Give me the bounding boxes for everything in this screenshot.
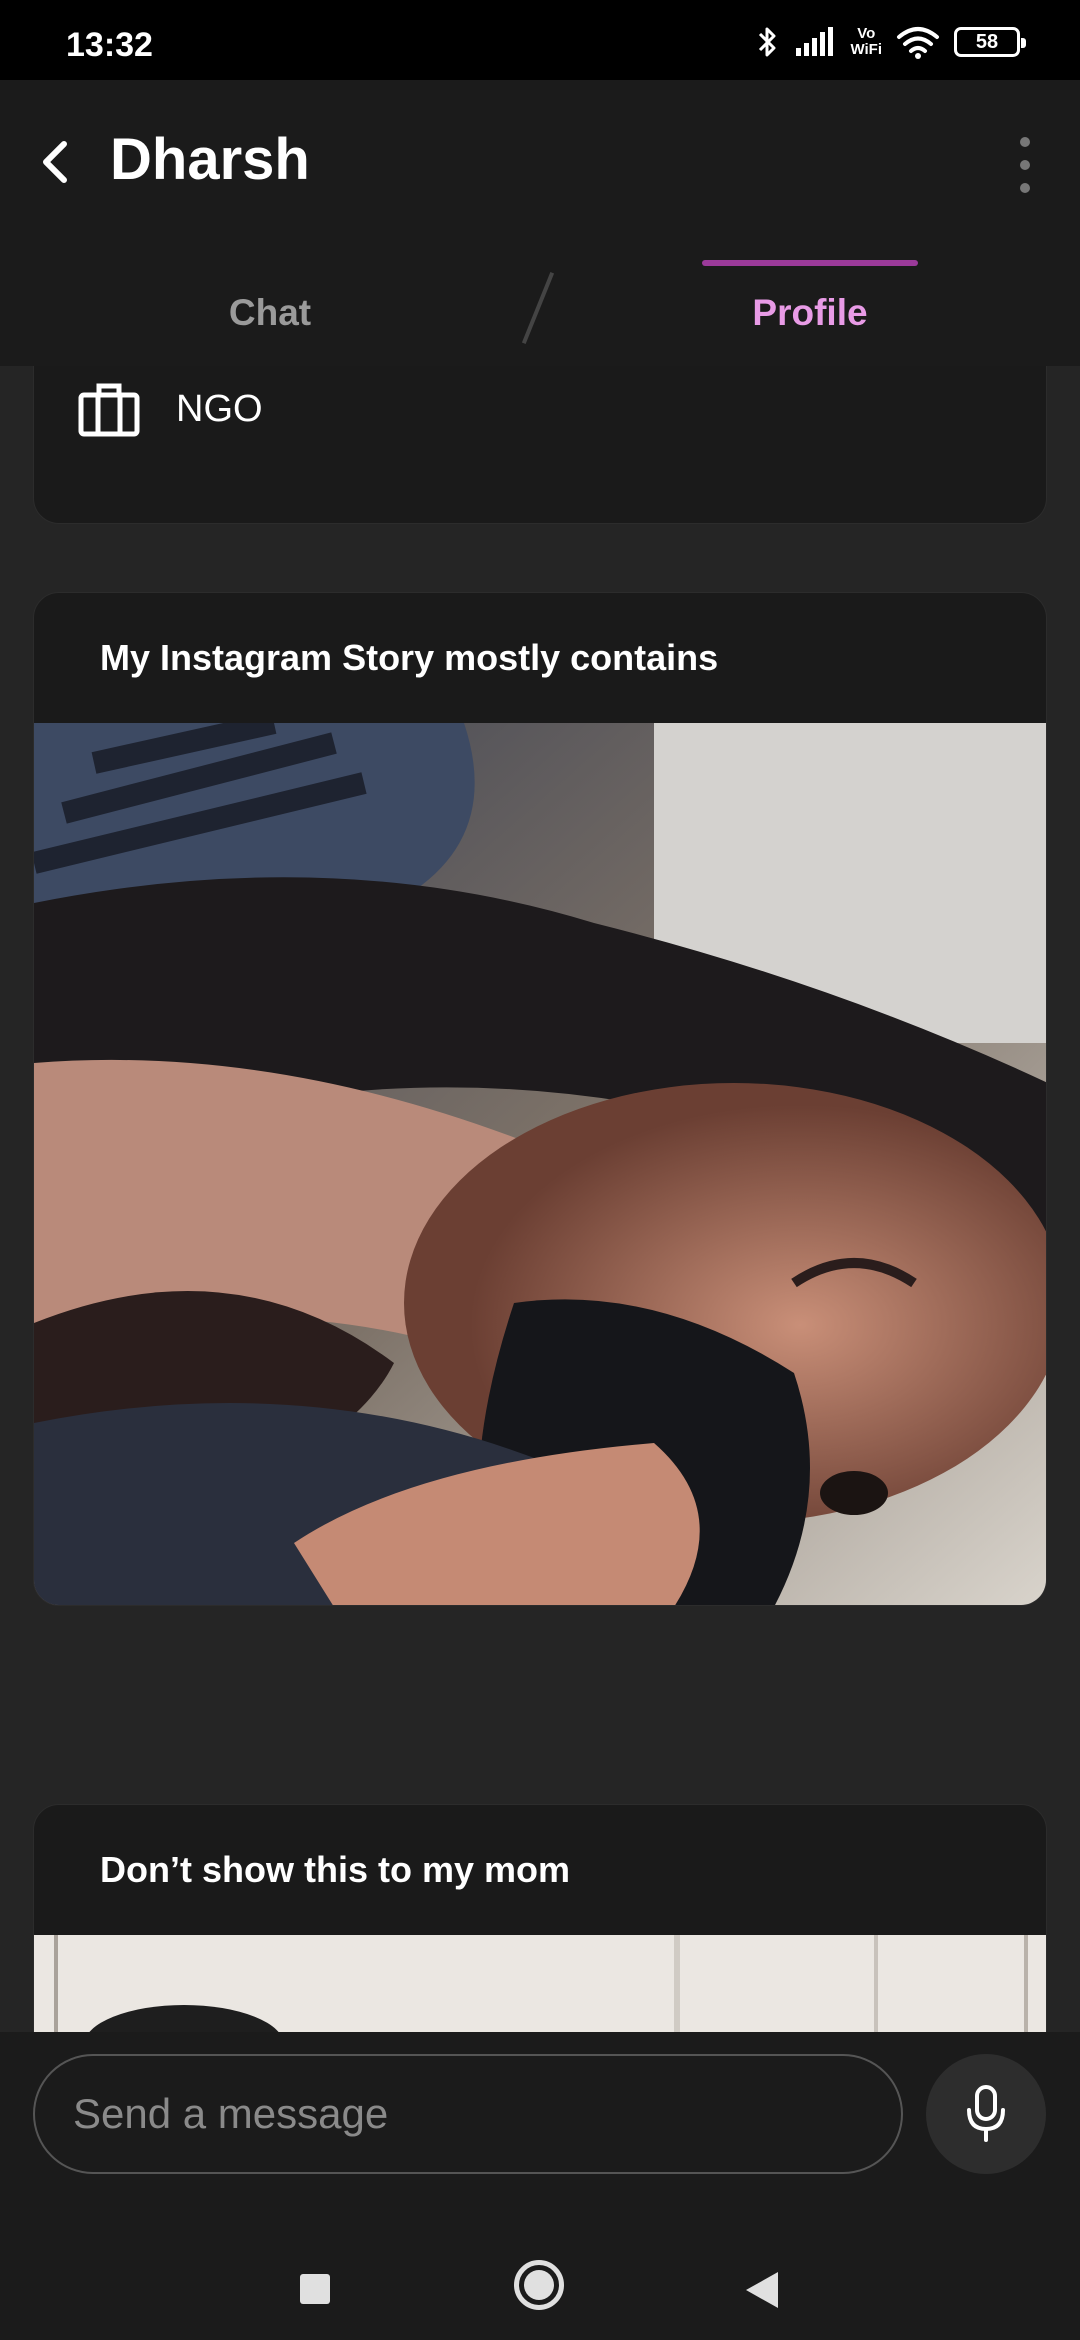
- prompt-photo[interactable]: [34, 1935, 1046, 2032]
- microphone-icon: [967, 2085, 1005, 2142]
- job-row: NGO: [78, 381, 263, 437]
- tab-divider: [521, 272, 555, 344]
- tab-bar: Chat Profile: [0, 260, 1080, 366]
- job-card: NGO: [33, 366, 1047, 524]
- status-icons: Vo WiFi 58: [756, 22, 1026, 62]
- status-time: 13:32: [66, 26, 153, 64]
- voice-message-button[interactable]: [926, 2054, 1046, 2174]
- prompt-title: Don’t show this to my mom: [100, 1849, 571, 1890]
- chevron-left-icon: [43, 141, 67, 183]
- page-title: Dharsh: [110, 127, 310, 192]
- back-button[interactable]: [30, 130, 80, 194]
- app-header: Dharsh Chat Profile: [0, 80, 1080, 366]
- profile-content[interactable]: NGO My Instagram Story mostly contains D…: [0, 366, 1080, 2032]
- message-input[interactable]: [33, 2054, 903, 2174]
- system-navigation-bar: [0, 2202, 1080, 2340]
- vowifi-icon: Vo WiFi: [850, 26, 882, 58]
- photo-image: [34, 1935, 1046, 2032]
- job-label: NGO: [176, 387, 263, 430]
- wifi-icon: [897, 27, 939, 59]
- prompt-card: Don’t show this to my mom: [33, 1804, 1047, 2032]
- recents-icon[interactable]: [300, 2274, 330, 2304]
- vowifi-top: Vo: [857, 25, 876, 42]
- tab-profile[interactable]: Profile: [702, 260, 918, 366]
- bluetooth-icon: [759, 27, 776, 57]
- battery-level: 58: [975, 30, 999, 53]
- vowifi-bottom: WiFi: [850, 41, 882, 58]
- home-icon[interactable]: [514, 2260, 564, 2310]
- photo-image: [34, 723, 1046, 1605]
- prompt-card: My Instagram Story mostly contains: [33, 592, 1047, 1606]
- prompt-photo[interactable]: [34, 723, 1046, 1605]
- tab-chat[interactable]: Chat: [120, 260, 420, 366]
- more-vertical-icon: [1020, 136, 1030, 147]
- briefcase-icon: [78, 383, 140, 437]
- signal-icon: [796, 27, 834, 56]
- back-icon[interactable]: [742, 2268, 782, 2312]
- status-bar: 13:32 Vo WiFi 58: [0, 0, 1080, 80]
- battery-icon: 58: [954, 27, 1026, 57]
- prompt-title: My Instagram Story mostly contains: [100, 637, 719, 678]
- active-tab-indicator: [702, 260, 918, 266]
- more-options-button[interactable]: [1010, 130, 1040, 200]
- message-composer: [0, 2032, 1080, 2202]
